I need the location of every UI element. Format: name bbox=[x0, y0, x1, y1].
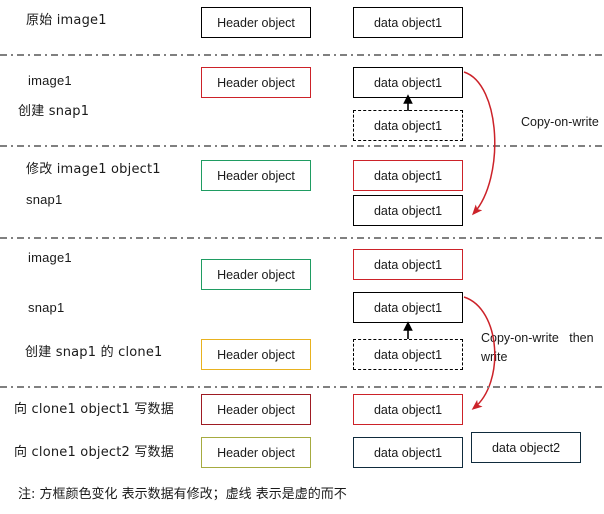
section-5-label-1: 向 clone1 object1 写数据 bbox=[14, 402, 174, 417]
box-label: data object1 bbox=[373, 347, 443, 362]
box-label: data object1 bbox=[373, 118, 443, 133]
section-5-data-object1-box-written: data object1 bbox=[353, 394, 463, 425]
box-label: Header object bbox=[217, 267, 295, 282]
box-label: Header object bbox=[217, 15, 295, 30]
section-1-label-1: 原始 image1 bbox=[26, 13, 107, 28]
section-4-label-2: snap1 bbox=[28, 300, 65, 315]
box-label: data object1 bbox=[373, 445, 443, 460]
box-label: data object1 bbox=[373, 168, 443, 183]
box-label: data object1 bbox=[373, 402, 443, 417]
section-5-header-object-box-1: Header object bbox=[201, 394, 311, 425]
section-2-header-object-box: Header object bbox=[201, 67, 311, 98]
section-2-data-object1-box-virtual: data object1 bbox=[353, 110, 463, 141]
section-5-data-object1-box: data object1 bbox=[353, 437, 463, 468]
copy-on-write-arrow-1-icon bbox=[463, 71, 496, 216]
section-3-header-object-box: Header object bbox=[201, 160, 311, 191]
section-2-label-2: 创建 snap1 bbox=[18, 104, 90, 119]
section-4-data-object1-box-image1: data object1 bbox=[353, 249, 463, 280]
section-4-data-object1-box-snap1: data object1 bbox=[353, 292, 463, 323]
box-label: data object1 bbox=[373, 75, 443, 90]
section-3-label-1: 修改 image1 object1 bbox=[26, 162, 161, 177]
section-4-label-3: 创建 snap1 的 clone1 bbox=[25, 345, 163, 360]
section-2-data-object1-box-real: data object1 bbox=[353, 67, 463, 98]
section-1-data-object1-box: data object1 bbox=[353, 7, 463, 38]
section-4-header-object-box-image1: Header object bbox=[201, 259, 311, 290]
section-4-label-1: image1 bbox=[28, 250, 72, 265]
section-3-label-2: snap1 bbox=[26, 192, 63, 207]
box-label: Header object bbox=[217, 402, 295, 417]
box-label: data object2 bbox=[491, 440, 561, 455]
section-1-header-object-box: Header object bbox=[201, 7, 311, 38]
divider-1 bbox=[0, 54, 604, 56]
box-label: data object1 bbox=[373, 300, 443, 315]
box-label: Header object bbox=[217, 445, 295, 460]
box-label: Header object bbox=[217, 347, 295, 362]
footer-note: 注: 方框颜色变化 表示数据有修改；虚线 表示是虚的而不 bbox=[18, 487, 347, 502]
section-2-label-1: image1 bbox=[28, 73, 72, 88]
box-label: data object1 bbox=[373, 203, 443, 218]
section-4-header-object-box-clone1: Header object bbox=[201, 339, 311, 370]
box-label: Header object bbox=[217, 168, 295, 183]
section-3-data-object1-box-modified: data object1 bbox=[353, 160, 463, 191]
section-5-label-2: 向 clone1 object2 写数据 bbox=[14, 445, 174, 460]
section-2-copy-on-write-annotation: Copy-on-write bbox=[521, 115, 599, 129]
box-label: Header object bbox=[217, 75, 295, 90]
section-4-copy-on-write-annotation-line1: Copy-on-write then bbox=[481, 331, 594, 345]
diagram-canvas: 原始 image1 Header object data object1 ima… bbox=[0, 0, 604, 514]
section-4-copy-on-write-annotation-line2: write bbox=[481, 350, 508, 364]
section-5-header-object-box-2: Header object bbox=[201, 437, 311, 468]
divider-3 bbox=[0, 237, 604, 239]
box-label: data object1 bbox=[373, 15, 443, 30]
section-3-data-object1-box-snapshot: data object1 bbox=[353, 195, 463, 226]
section-4-data-object1-box-clone1-virtual: data object1 bbox=[353, 339, 463, 370]
divider-4 bbox=[0, 386, 604, 388]
divider-2 bbox=[0, 145, 604, 147]
box-label: data object1 bbox=[373, 257, 443, 272]
section-4-reference-up-arrow-icon bbox=[403, 321, 413, 339]
section-5-data-object2-box: data object2 bbox=[471, 432, 581, 463]
